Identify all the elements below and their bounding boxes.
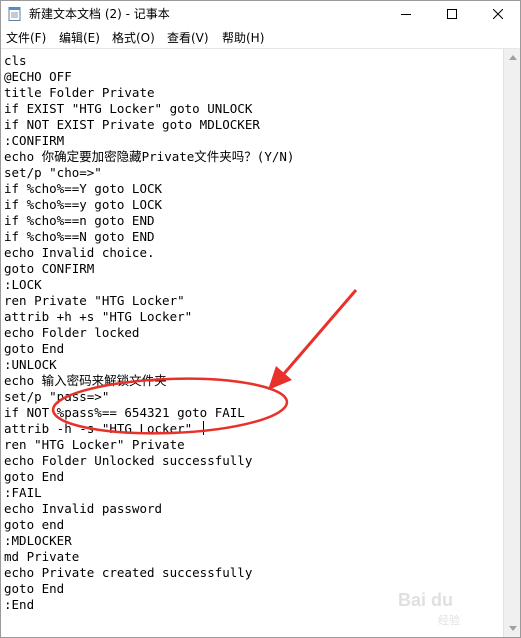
watermark-sub: 经验 xyxy=(438,614,460,627)
code-line: title Folder Private xyxy=(4,85,155,100)
maximize-icon xyxy=(446,8,457,19)
code-line: :CONFIRM xyxy=(4,133,65,148)
code-line: if EXIST "HTG Locker" goto UNLOCK xyxy=(4,101,253,116)
code-line: if %cho%==y goto LOCK xyxy=(4,197,163,212)
code-line: goto End xyxy=(4,341,65,356)
menu-bar: 文件(F) 编辑(E) 格式(O) 查看(V) 帮助(H) xyxy=(1,26,520,49)
menu-file[interactable]: 文件(F) xyxy=(6,29,46,46)
code-line: echo Invalid choice. xyxy=(4,245,155,260)
minimize-button[interactable] xyxy=(383,1,428,26)
code-line: :End xyxy=(4,597,35,612)
code-line: ren "HTG Locker" Private xyxy=(4,437,185,452)
code-line: goto End xyxy=(4,469,65,484)
code-line: if %cho%==Y goto LOCK xyxy=(4,181,163,196)
code-line: echo Invalid password xyxy=(4,501,163,516)
title-bar[interactable]: 新建文本文档 (2) - 记事本 xyxy=(1,1,520,26)
code-line: ren Private "HTG Locker" xyxy=(4,293,185,308)
code-line: goto End xyxy=(4,581,65,596)
code-line: @ECHO OFF xyxy=(4,69,72,84)
code-line: echo Folder locked xyxy=(4,325,140,340)
code-line: goto end xyxy=(4,517,65,532)
code-line: :MDLOCKER xyxy=(4,533,72,548)
code-line: attrib +h +s "HTG Locker" xyxy=(4,309,193,324)
notepad-window: 新建文本文档 (2) - 记事本 文件(F) 编辑(E) 格式(O) 查看(V)… xyxy=(0,0,521,638)
text-caret xyxy=(203,421,204,435)
code-line: set/p "cho=>" xyxy=(4,165,102,180)
code-line: :FAIL xyxy=(4,485,42,500)
code-line: if NOT %pass%== 654321 goto FAIL xyxy=(4,405,245,420)
vertical-scrollbar[interactable] xyxy=(503,49,520,637)
text-editor[interactable]: cls @ECHO OFF title Folder Private if EX… xyxy=(1,49,503,637)
code-line: attrib -h -s "HTG Locker" xyxy=(4,421,193,436)
notepad-icon xyxy=(8,6,21,21)
menu-help[interactable]: 帮助(H) xyxy=(222,29,264,46)
code-line: md Private xyxy=(4,549,80,564)
scroll-up-button[interactable] xyxy=(504,49,520,66)
code-line: echo Private created successfully xyxy=(4,565,253,580)
maximize-button[interactable] xyxy=(429,1,474,26)
menu-edit[interactable]: 编辑(E) xyxy=(59,29,100,46)
code-line: :UNLOCK xyxy=(4,357,57,372)
menu-format[interactable]: 格式(O) xyxy=(112,29,155,46)
code-line: if NOT EXIST Private goto MDLOCKER xyxy=(4,117,260,132)
close-icon xyxy=(492,8,503,19)
watermark-brand: Bai du xyxy=(398,590,454,610)
code-line: echo 输入密码来解锁文件夹 xyxy=(4,373,167,388)
code-line: if %cho%==N goto END xyxy=(4,229,155,244)
baidu-watermark: Bai du 经验 xyxy=(388,590,510,630)
code-line: echo 你确定要加密隐藏Private文件夹吗？(Y/N) xyxy=(4,149,295,164)
code-line: echo Folder Unlocked successfully xyxy=(4,453,253,468)
minimize-icon xyxy=(400,13,411,15)
code-line: goto CONFIRM xyxy=(4,261,95,276)
code-line: :LOCK xyxy=(4,277,42,292)
menu-view[interactable]: 查看(V) xyxy=(167,29,209,46)
code-line: set/p "pass=>" xyxy=(4,389,110,404)
scroll-up-icon xyxy=(508,55,517,60)
code-line: cls xyxy=(4,53,27,68)
window-title: 新建文本文档 (2) - 记事本 xyxy=(29,7,170,21)
close-button[interactable] xyxy=(475,1,520,26)
code-line: if %cho%==n goto END xyxy=(4,213,155,228)
